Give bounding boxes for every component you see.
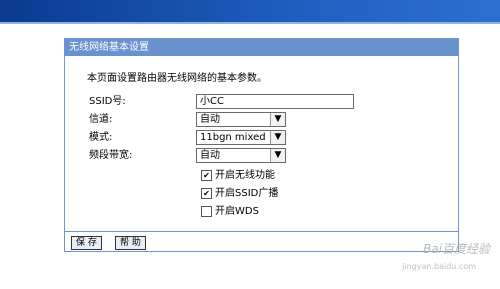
mode-value: 11bgn mixed bbox=[200, 132, 266, 143]
wds-label: 开启WDS bbox=[215, 206, 259, 217]
checkbox-checked-icon[interactable]: ✔ bbox=[201, 187, 212, 199]
top-banner bbox=[0, 0, 500, 22]
ssid-label: SSID号: bbox=[89, 96, 126, 107]
chevron-down-icon[interactable]: ▼ bbox=[270, 149, 285, 162]
channel-value: 自动 bbox=[200, 114, 220, 125]
watermark-url: jingyan.baidu.com bbox=[402, 262, 476, 271]
top-banner-stripe bbox=[0, 22, 500, 24]
checkbox-checked-icon[interactable]: ✔ bbox=[201, 169, 212, 181]
mode-select[interactable]: 11bgn mixed ▼ bbox=[196, 130, 286, 145]
bandwidth-label: 频段带宽: bbox=[89, 150, 133, 161]
save-button[interactable]: 保 存 bbox=[71, 236, 102, 250]
checkbox-unchecked-icon[interactable] bbox=[201, 205, 212, 217]
watermark-brand: Bai百度经验 bbox=[423, 242, 490, 256]
chevron-down-icon[interactable]: ▼ bbox=[270, 131, 285, 144]
ssid-broadcast-checkbox[interactable]: ✔ 开启SSID广播 bbox=[201, 187, 278, 200]
ssid-value: 小CC bbox=[200, 96, 224, 107]
wds-checkbox[interactable]: 开启WDS bbox=[201, 205, 259, 218]
bandwidth-value: 自动 bbox=[200, 150, 220, 161]
mode-label: 模式: bbox=[89, 132, 113, 143]
button-bar: 保 存 帮 助 bbox=[65, 231, 458, 252]
bandwidth-select[interactable]: 自动 ▼ bbox=[196, 148, 286, 163]
wireless-enable-label: 开启无线功能 bbox=[215, 170, 275, 181]
panel-intro: 本页面设置路由器无线网络的基本参数。 bbox=[87, 73, 267, 84]
channel-label: 信道: bbox=[89, 114, 113, 125]
ssid-input[interactable]: 小CC bbox=[196, 94, 354, 109]
help-button[interactable]: 帮 助 bbox=[115, 236, 146, 250]
ssid-broadcast-label: 开启SSID广播 bbox=[215, 188, 279, 199]
chevron-down-icon[interactable]: ▼ bbox=[270, 113, 285, 126]
panel-title: 无线网络基本设置 bbox=[65, 39, 458, 56]
channel-select[interactable]: 自动 ▼ bbox=[196, 112, 286, 127]
wireless-settings-panel: 无线网络基本设置 本页面设置路由器无线网络的基本参数。 SSID号: 小CC 信… bbox=[64, 38, 459, 252]
wireless-enable-checkbox[interactable]: ✔ 开启无线功能 bbox=[201, 169, 275, 182]
